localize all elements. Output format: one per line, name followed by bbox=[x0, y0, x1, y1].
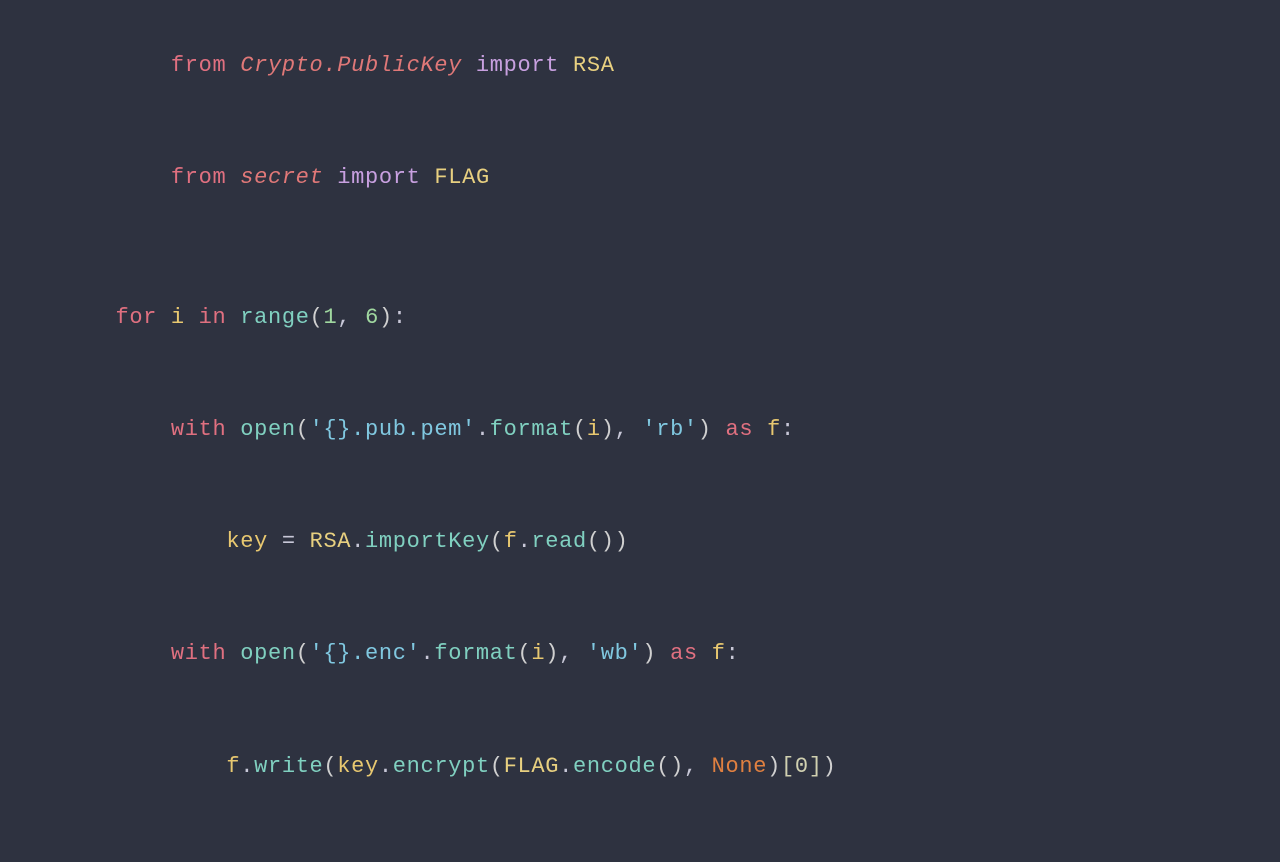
class-flag2: FLAG bbox=[504, 754, 559, 779]
kw-in: in bbox=[199, 305, 227, 330]
line-import-rsa: from Crypto.PublicKey import RSA bbox=[60, 10, 1220, 122]
var-f2: f bbox=[504, 529, 518, 554]
str-wb: 'wb' bbox=[587, 641, 642, 666]
num-6: 6 bbox=[365, 305, 379, 330]
line-import-flag: from secret import FLAG bbox=[60, 122, 1220, 234]
line-with-open-rb: with open('{}.pub.pem'.format(i), 'rb') … bbox=[60, 374, 1220, 486]
line-importkey: key = RSA.importKey(f.read()) bbox=[60, 486, 1220, 598]
kw-with2: with bbox=[171, 641, 226, 666]
kw-import2: import bbox=[337, 165, 420, 190]
kw-from1: from bbox=[171, 53, 226, 78]
var-i-2: i bbox=[531, 641, 545, 666]
line-with-open-wb: with open('{}.enc'.format(i), 'wb') as f… bbox=[60, 598, 1220, 710]
var-key: key bbox=[226, 529, 268, 554]
line-shebang: #!/usr/bin/env python3 bbox=[60, 0, 1220, 10]
func-format1: format bbox=[490, 417, 573, 442]
var-f3: f bbox=[712, 641, 726, 666]
func-format2: format bbox=[434, 641, 517, 666]
var-i-1: i bbox=[587, 417, 601, 442]
kw-for: for bbox=[115, 305, 157, 330]
var-i: i bbox=[171, 305, 185, 330]
code-block: #!/usr/bin/env python3 from Crypto.Publi… bbox=[0, 0, 1280, 862]
line-for: for i in range(1, 6): bbox=[60, 261, 1220, 373]
bracket-0: [0] bbox=[781, 754, 823, 779]
module-crypto: Crypto.PublicKey bbox=[240, 53, 462, 78]
class-flag: FLAG bbox=[434, 165, 489, 190]
func-encode: encode bbox=[573, 754, 656, 779]
kw-with1: with bbox=[171, 417, 226, 442]
indent1 bbox=[115, 53, 170, 78]
str-rb: 'rb' bbox=[642, 417, 697, 442]
var-f1: f bbox=[767, 417, 781, 442]
class-rsa: RSA bbox=[573, 53, 615, 78]
str-pub-pem: '{}.pub.pem' bbox=[310, 417, 476, 442]
func-encrypt: encrypt bbox=[393, 754, 490, 779]
func-read: read bbox=[531, 529, 586, 554]
line-fwrite: f.write(key.encrypt(FLAG.encode(), None)… bbox=[60, 710, 1220, 822]
kw-as2: as bbox=[670, 641, 698, 666]
num-1: 1 bbox=[323, 305, 337, 330]
module-secret: secret bbox=[240, 165, 323, 190]
func-range: range bbox=[240, 305, 309, 330]
kw-as1: as bbox=[726, 417, 754, 442]
kw-import1: import bbox=[476, 53, 559, 78]
var-f4: f bbox=[226, 754, 240, 779]
func-open1: open bbox=[240, 417, 295, 442]
val-none: None bbox=[712, 754, 767, 779]
func-open2: open bbox=[240, 641, 295, 666]
func-write: write bbox=[254, 754, 323, 779]
var-key2: key bbox=[337, 754, 379, 779]
func-importkey: importKey bbox=[365, 529, 490, 554]
indent2 bbox=[115, 165, 170, 190]
class-rsa2: RSA bbox=[310, 529, 352, 554]
str-enc: '{}.enc' bbox=[310, 641, 421, 666]
blank-1 bbox=[60, 234, 1220, 261]
kw-from2: from bbox=[171, 165, 226, 190]
